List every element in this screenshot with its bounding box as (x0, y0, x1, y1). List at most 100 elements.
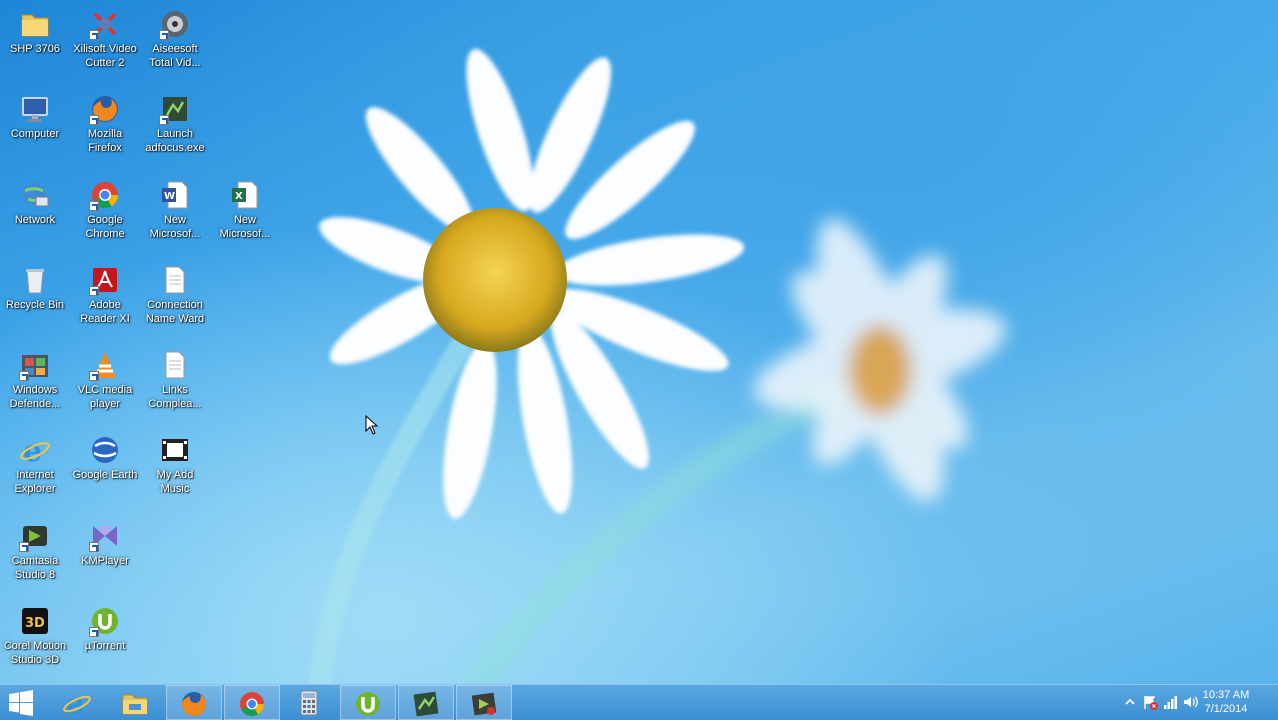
shortcut-arrow-icon (89, 627, 99, 637)
file-explorer-icon (122, 694, 148, 715)
desktop-icon-label: Google Chrome (85, 214, 125, 240)
chrome-icon (89, 179, 121, 211)
desktop-icon-internet-explorer[interactable]: e Internet Explorer (0, 428, 70, 512)
desktop-wallpaper: SHP 3706 Computer Network Recycle Bin Wi… (0, 0, 1278, 684)
taskbar-chrome[interactable] (224, 685, 280, 720)
desktop-icon-links-complea[interactable]: Links Complea... (140, 343, 210, 427)
desktop-icon-mozilla-firefox[interactable]: Mozilla Firefox (70, 87, 140, 171)
network-icon (19, 179, 51, 211)
internet-explorer-icon: e (19, 434, 51, 469)
shortcut-arrow-icon (89, 201, 99, 211)
desktop-icon-network[interactable]: Network (0, 173, 70, 257)
desktop-icon-label: µTorrent (84, 640, 126, 652)
action-center-flag-icon[interactable] (1142, 694, 1158, 710)
desktop-icon-new-excel-spreadsheet[interactable]: X New Microsof... (210, 173, 280, 257)
word-document-icon: W (159, 179, 191, 211)
desktop-icon-label: Aiseesoft Total Vid... (149, 43, 201, 69)
desktop-icon-aiseesoft[interactable]: Aiseesoft Total Vid... (140, 2, 210, 86)
taskbar-adfocus[interactable] (398, 685, 454, 720)
desktop-icon-label: Links Complea... (148, 384, 202, 410)
desktop-icon-windows-defender[interactable]: Windows Defende... (0, 343, 70, 427)
taskbar-internet-explorer[interactable]: e (50, 685, 106, 720)
desktop-icon-computer[interactable]: Computer (0, 87, 70, 171)
shortcut-arrow-icon (19, 542, 29, 552)
adobe-reader-icon (89, 264, 121, 296)
network-signal-icon[interactable] (1162, 694, 1178, 710)
utorrent-icon (89, 605, 121, 637)
utorrent-icon (356, 692, 380, 716)
taskbar-utorrent[interactable] (340, 685, 396, 720)
kmplayer-icon (89, 520, 121, 552)
desktop-icon-google-earth[interactable]: Google Earth (70, 428, 140, 512)
desktop-icon-label: My Add Music (156, 469, 194, 495)
desktop-icon-new-word-document[interactable]: W New Microsof... (140, 173, 210, 257)
desktop-icon-corel-motion-studio[interactable]: 3D Corel Motion Studio 3D (0, 599, 70, 683)
taskbar: e 10:37 AM 7/1/2014 (0, 684, 1278, 720)
shortcut-arrow-icon (89, 30, 99, 40)
shortcut-arrow-icon (89, 286, 99, 296)
desktop-icon-my-add-music[interactable]: My Add Music (140, 428, 210, 512)
shortcut-arrow-icon (159, 30, 169, 40)
taskbar-file-explorer[interactable] (108, 685, 164, 720)
folder-icon (19, 8, 51, 40)
camtasia-recorder-icon (471, 692, 497, 716)
windows-defender-icon (19, 349, 51, 381)
desktop-icon-google-chrome[interactable]: Google Chrome (70, 173, 140, 257)
start-button[interactable] (0, 685, 44, 720)
system-tray: 10:37 AM 7/1/2014 (1098, 685, 1278, 720)
desktop-icon-recycle-bin[interactable]: Recycle Bin (0, 258, 70, 342)
mouse-pointer-icon (365, 415, 379, 435)
taskbar-clock[interactable]: 10:37 AM 7/1/2014 (1196, 688, 1256, 716)
desktop-icon-connection-name-ward[interactable]: Connection Name Ward (140, 258, 210, 342)
calculator-icon (300, 690, 318, 716)
taskbar-camtasia-recorder[interactable] (456, 685, 512, 720)
desktop-icon-label: KMPlayer (81, 555, 129, 567)
clock-time: 10:37 AM (1202, 689, 1250, 701)
desktop-icon-shp-3706[interactable]: SHP 3706 (0, 2, 70, 86)
desktop-icon-label: Mozilla Firefox (87, 128, 123, 154)
shortcut-arrow-icon (89, 115, 99, 125)
desktop-icon-launch-adfocus[interactable]: Launch adfocus.exe (140, 87, 210, 171)
camtasia-icon (19, 520, 51, 552)
desktop-icon-label: VLC media player (77, 384, 133, 410)
shortcut-arrow-icon (159, 115, 169, 125)
desktop-icon-label: Network (14, 214, 56, 226)
desktop-icon-utorrent[interactable]: µTorrent (70, 599, 140, 683)
internet-explorer-icon: e (63, 688, 91, 718)
shortcut-arrow-icon (89, 542, 99, 552)
desktop-icon-adobe-reader[interactable]: Adobe Reader XI (70, 258, 140, 342)
desktop-icon-label: New Microsof... (149, 214, 201, 240)
taskbar-calculator[interactable] (282, 685, 338, 720)
windows-logo-icon (9, 690, 33, 716)
desktop-icon-vlc-media-player[interactable]: VLC media player (70, 343, 140, 427)
svg-text:W: W (164, 191, 175, 202)
desktop-icon-label: Launch adfocus.exe (145, 128, 205, 154)
taskbar-firefox[interactable] (166, 685, 222, 720)
desktop-icon-label: Google Earth (72, 469, 138, 481)
film-icon (159, 434, 191, 466)
text-file-icon (159, 349, 191, 381)
svg-text:3D: 3D (25, 616, 45, 631)
desktop-icon-label: Camtasia Studio 8 (11, 555, 59, 581)
aiseesoft-icon (159, 8, 191, 40)
desktop-icon-xilisoft-video-cutter[interactable]: Xilisoft Video Cutter 2 (70, 2, 140, 86)
desktop-icon-kmplayer[interactable]: KMPlayer (70, 514, 140, 598)
corel-3d-icon: 3D (19, 605, 51, 637)
text-file-icon (159, 264, 191, 296)
desktop-icon-label: Computer (10, 128, 60, 140)
svg-text:X: X (235, 191, 243, 202)
google-earth-icon (89, 434, 121, 466)
desktop-icon-label: Windows Defende... (9, 384, 61, 410)
clock-date: 7/1/2014 (1204, 703, 1248, 715)
shortcut-arrow-icon (89, 371, 99, 381)
show-hidden-icons-chevron[interactable] (1122, 694, 1138, 710)
firefox-icon (182, 692, 206, 716)
desktop-icon-camtasia-studio[interactable]: Camtasia Studio 8 (0, 514, 70, 598)
adfocus-icon (159, 93, 191, 125)
excel-spreadsheet-icon: X (229, 179, 261, 211)
desktop-icon-label: Xilisoft Video Cutter 2 (73, 43, 137, 69)
desktop-icon-label: Recycle Bin (5, 299, 65, 311)
vlc-icon (89, 349, 121, 381)
desktop-icon-label: SHP 3706 (10, 43, 60, 55)
firefox-icon (89, 93, 121, 125)
